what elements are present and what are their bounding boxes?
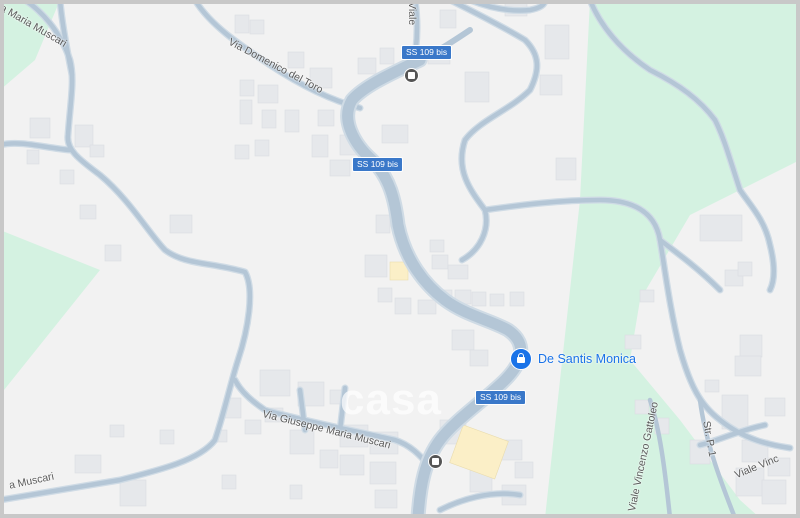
bus-stop-icon[interactable] [428, 454, 443, 469]
poi-name-label[interactable]: De Santis Monica [538, 352, 636, 366]
map-canvas[interactable]: Via Domenico del Toro Viale a Maria Musc… [0, 0, 800, 518]
watermark: casa [340, 375, 442, 424]
poi-pin-icon[interactable] [510, 348, 532, 370]
route-shield-ss109bis: SS 109 bis [352, 157, 404, 172]
lock-bag-icon [517, 353, 525, 363]
route-shield-ss109bis: SS 109 bis [401, 45, 453, 60]
street-label-viale-top: Viale [406, 2, 418, 26]
route-shield-ss109bis: SS 109 bis [475, 390, 527, 405]
bus-stop-icon[interactable] [404, 68, 419, 83]
green-area-left [0, 230, 100, 395]
map-base [0, 0, 800, 518]
